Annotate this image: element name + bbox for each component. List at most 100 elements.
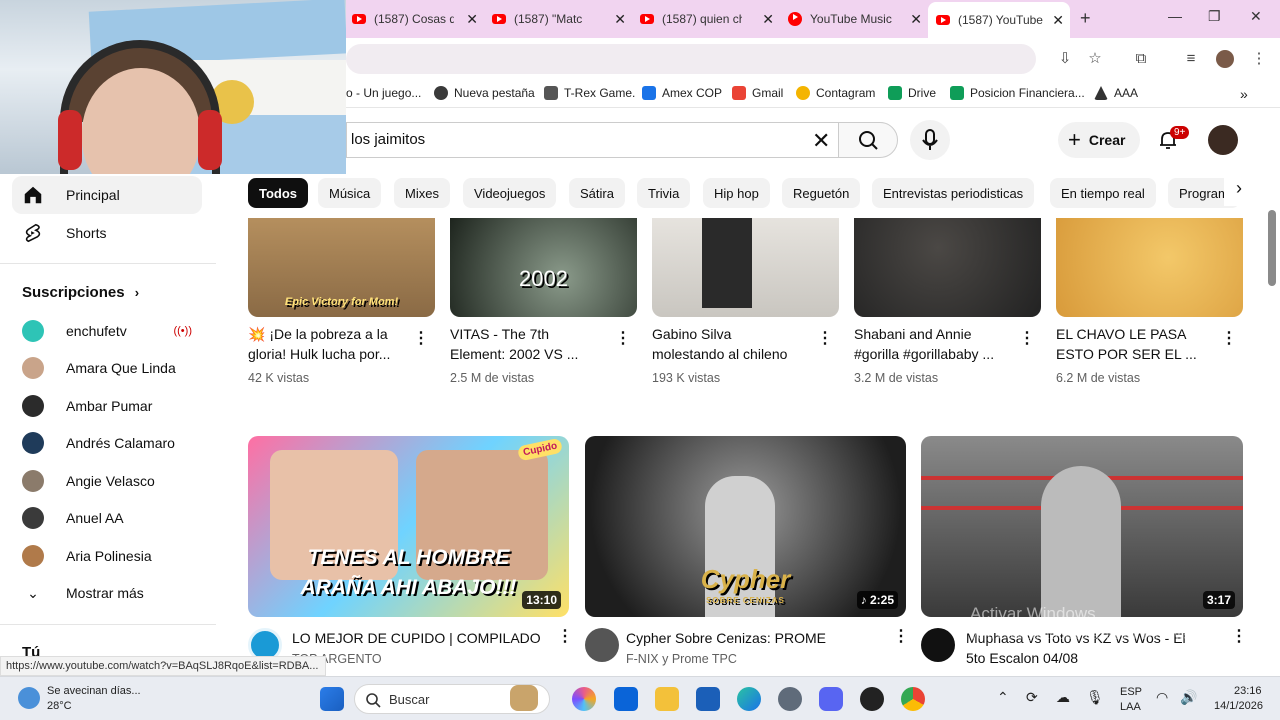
chip[interactable]: Reguetón [782, 178, 861, 208]
video-title[interactable]: VITAS - The 7th Element: 2002 VS ... [450, 324, 610, 364]
sidebar-item-shorts[interactable]: Shorts [12, 214, 202, 252]
browser-tab[interactable]: (1587) "Matc ✕ [484, 6, 632, 32]
close-icon[interactable]: ✕ [910, 11, 922, 28]
subscription-item[interactable]: Ambar Pumar [12, 387, 202, 425]
video-title[interactable]: LO MEJOR DE CUPIDO | COMPILADO [292, 628, 541, 648]
discord-icon[interactable] [819, 687, 843, 711]
chip[interactable]: Videojuegos [463, 178, 557, 208]
edge-icon[interactable] [737, 687, 761, 711]
search-button[interactable] [838, 122, 898, 158]
video-thumbnail[interactable]: Epic Victory for Mom! [248, 218, 435, 317]
subscription-item[interactable]: enchufetv ((•)) [12, 312, 202, 350]
voice-search-button[interactable] [910, 120, 950, 160]
outlook-icon[interactable] [614, 687, 638, 711]
sync-icon[interactable]: ⟳ [1026, 689, 1038, 706]
page-scrollbar[interactable] [1268, 210, 1276, 286]
video-thumbnail[interactable]: 3:17 [921, 436, 1243, 617]
weather-temp[interactable]: 28°C [47, 700, 72, 712]
app-icon[interactable] [860, 687, 884, 711]
bookmark-item[interactable]: Contagram [796, 86, 875, 100]
bookmark-item[interactable]: Gmail [732, 86, 783, 100]
close-icon[interactable]: ✕ [762, 11, 774, 28]
video-title[interactable]: Shabani and Annie #gorilla #gorillababy .… [854, 324, 1014, 364]
video-thumbnail[interactable] [854, 218, 1041, 317]
chrome-icon[interactable] [901, 687, 925, 711]
settings-gear-icon[interactable] [778, 687, 802, 711]
bookmark-item[interactable]: T-Rex Game. [544, 86, 635, 100]
chip-todos[interactable]: Todos [248, 178, 309, 208]
wifi-icon[interactable]: ◠ [1156, 689, 1168, 706]
video-menu-kebab-icon[interactable]: ⋮ [615, 331, 631, 347]
bookmark-item[interactable]: Amex COP [642, 86, 722, 100]
video-menu-kebab-icon[interactable]: ⋮ [817, 331, 833, 347]
clock-date[interactable]: 14/1/2026 [1214, 700, 1263, 712]
bookmark-item[interactable]: o - Un juego... [346, 86, 421, 100]
chip[interactable]: Trivia [637, 178, 691, 208]
video-menu-kebab-icon[interactable]: ⋮ [893, 629, 909, 645]
browser-tab[interactable]: YouTube Music ✕ [780, 6, 928, 32]
browser-tab[interactable]: (1587) Cosas qu ✕ [344, 6, 484, 32]
video-title[interactable]: EL CHAVO LE PASA ESTO POR SER EL ... [1056, 324, 1216, 364]
chevron-up-icon[interactable]: ⌃ [997, 689, 1009, 706]
channel-avatar[interactable] [921, 628, 955, 662]
channel-avatar[interactable] [585, 628, 619, 662]
bookmark-item[interactable]: AAA [1094, 86, 1138, 100]
menu-kebab-icon[interactable]: ⋮ [1250, 50, 1268, 68]
profile-avatar-icon[interactable] [1216, 50, 1234, 68]
new-tab-button[interactable]: + [1080, 8, 1091, 29]
chip[interactable]: Entrevistas periodisticas [872, 178, 1035, 208]
extensions-icon[interactable]: ⧉ [1132, 50, 1150, 68]
close-icon[interactable]: ✕ [466, 11, 478, 28]
subscription-item[interactable]: Angie Velasco [12, 462, 202, 500]
install-app-icon[interactable]: ⇩ [1056, 50, 1074, 68]
file-explorer-icon[interactable] [655, 687, 679, 711]
address-bar[interactable] [346, 44, 1036, 74]
chip[interactable]: Sátira [569, 178, 625, 208]
search-input-value[interactable]: los jaimitos [351, 131, 425, 148]
bookmark-item[interactable]: Nueva pestaña [434, 86, 535, 100]
video-menu-kebab-icon[interactable]: ⋮ [1221, 331, 1237, 347]
clear-search-icon[interactable]: ✕ [812, 128, 830, 154]
video-title[interactable]: 💥 ¡De la pobreza a la gloria! Hulk lucha … [248, 324, 408, 364]
channel-name[interactable]: F-NIX y Prome TPC [626, 652, 737, 666]
video-thumbnail[interactable] [652, 218, 839, 317]
video-thumbnail[interactable]: Cypher SOBRE CENIZAS ♪ 2:25 [585, 436, 906, 617]
volume-icon[interactable]: 🔊 [1180, 689, 1197, 706]
video-menu-kebab-icon[interactable]: ⋮ [1019, 331, 1035, 347]
video-menu-kebab-icon[interactable]: ⋮ [1231, 629, 1247, 645]
subscription-item[interactable]: Amara Que Linda [12, 349, 202, 387]
maximize-button[interactable]: ❐ [1208, 8, 1221, 25]
windows-start-icon[interactable] [320, 687, 344, 711]
subscriptions-heading[interactable]: Suscripciones › [22, 284, 139, 301]
keyboard-layout[interactable]: LAA [1120, 701, 1141, 713]
chip[interactable]: En tiempo real [1050, 178, 1156, 208]
subscription-item[interactable]: Andrés Calamaro [12, 424, 202, 462]
microphone-icon[interactable]: 🎙 [1086, 689, 1104, 706]
video-menu-kebab-icon[interactable]: ⋮ [557, 629, 573, 645]
video-title[interactable]: Cypher Sobre Cenizas: PROME [626, 628, 826, 648]
media-control-icon[interactable]: ≡ [1182, 50, 1200, 68]
video-thumbnail[interactable] [1056, 218, 1243, 317]
weather-icon[interactable] [18, 687, 40, 709]
store-icon[interactable] [696, 687, 720, 711]
chip[interactable]: Mixes [394, 178, 450, 208]
video-title[interactable]: Gabino Silva molestando al chileno [652, 324, 812, 364]
account-avatar[interactable] [1208, 125, 1238, 155]
close-icon[interactable]: ✕ [614, 11, 626, 28]
chip[interactable]: Hip hop [703, 178, 770, 208]
cloud-icon[interactable]: ☁ [1056, 689, 1070, 706]
close-icon[interactable]: ✕ [1052, 12, 1064, 29]
video-menu-kebab-icon[interactable]: ⋮ [413, 331, 429, 347]
create-button[interactable]: + Crear [1058, 122, 1140, 158]
language-code[interactable]: ESP [1120, 686, 1142, 698]
minimize-button[interactable]: — [1168, 8, 1182, 24]
browser-tab-active[interactable]: (1587) YouTube ✕ [928, 2, 1070, 38]
chips-next-button[interactable]: › [1224, 178, 1254, 206]
weather-text[interactable]: Se avecinan días... [47, 685, 141, 697]
clock-time[interactable]: 23:16 [1234, 685, 1262, 697]
show-more-button[interactable]: ⌄ Mostrar más [12, 574, 202, 612]
subscription-item[interactable]: Anuel AA [12, 499, 202, 537]
subscription-item[interactable]: Aria Polinesia [12, 537, 202, 575]
more-bookmarks-icon[interactable]: » [1240, 86, 1248, 102]
close-window-button[interactable]: ✕ [1250, 8, 1262, 25]
